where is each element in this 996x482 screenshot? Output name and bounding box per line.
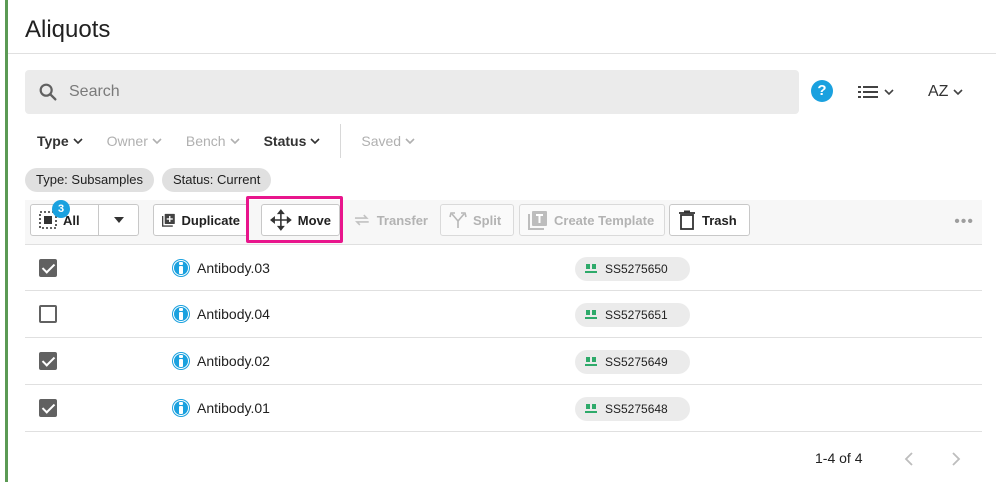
split-button[interactable]: Split xyxy=(440,204,514,236)
duplicate-icon xyxy=(162,213,175,227)
row-checkbox[interactable] xyxy=(39,259,57,277)
chevron-down-icon xyxy=(405,138,415,145)
subsample-icon xyxy=(585,310,597,319)
filter-chip-status[interactable]: Status: Current xyxy=(161,168,272,192)
info-icon[interactable] xyxy=(172,352,190,370)
aliquot-list: Antibody.03 SS5275650 Antibody.04 SS5275… xyxy=(25,244,982,432)
subsample-id: SS5275650 xyxy=(605,262,668,276)
more-options-icon[interactable]: ••• xyxy=(954,213,974,231)
view-mode-toggle[interactable] xyxy=(858,80,898,104)
table-row[interactable]: Antibody.01 SS5275648 xyxy=(25,385,982,432)
chevron-down-icon xyxy=(152,138,162,145)
search-icon xyxy=(39,83,57,101)
filter-type[interactable]: Type xyxy=(25,124,95,158)
trash-label: Trash xyxy=(702,212,737,228)
subsample-icon xyxy=(585,357,597,366)
info-icon[interactable] xyxy=(172,259,190,277)
select-all-button[interactable]: All 3 xyxy=(31,200,99,235)
subsample-id-chip[interactable]: SS5275650 xyxy=(575,257,690,281)
filter-saved[interactable]: Saved xyxy=(349,124,427,158)
subsample-id: SS5275648 xyxy=(605,402,668,416)
select-options-dropdown[interactable] xyxy=(99,205,139,235)
table-row[interactable]: Antibody.03 SS5275650 xyxy=(25,244,982,291)
help-icon[interactable]: ? xyxy=(811,80,833,102)
subsample-id: SS5275651 xyxy=(605,308,668,322)
chevron-down-icon xyxy=(73,138,83,145)
row-checkbox[interactable] xyxy=(39,399,57,417)
chevron-down-icon xyxy=(884,89,894,96)
create-template-button[interactable]: Create Template xyxy=(519,204,665,236)
filter-bench[interactable]: Bench xyxy=(174,124,252,158)
filter-owner[interactable]: Owner xyxy=(95,124,174,158)
filter-divider xyxy=(340,124,342,158)
sort-toggle[interactable]: AZ xyxy=(928,80,972,104)
search-bar[interactable] xyxy=(25,70,799,114)
table-row[interactable]: Antibody.02 SS5275649 xyxy=(25,338,982,385)
filter-chip-type[interactable]: Type: Subsamples xyxy=(25,168,154,192)
trash-icon xyxy=(679,210,695,230)
sort-label: AZ xyxy=(928,83,949,100)
transfer-button[interactable]: Transfer xyxy=(345,204,436,236)
caret-down-icon xyxy=(114,217,124,223)
chevron-down-icon xyxy=(310,138,320,145)
filter-status[interactable]: Status xyxy=(252,124,333,158)
subsample-icon xyxy=(585,404,597,413)
info-icon[interactable] xyxy=(172,305,190,323)
duplicate-button[interactable]: Duplicate xyxy=(153,204,249,236)
left-accent-bar xyxy=(0,0,8,482)
info-icon[interactable] xyxy=(172,399,190,417)
page-title: Aliquots xyxy=(25,16,111,43)
select-all-control[interactable]: All 3 xyxy=(30,200,139,236)
template-icon xyxy=(528,211,547,230)
active-filter-chips: Type: Subsamples Status: Current xyxy=(25,168,272,192)
subsample-icon xyxy=(585,264,597,273)
filter-label: Owner xyxy=(106,133,148,149)
filter-label: Status xyxy=(263,133,307,149)
aliquot-name[interactable]: Antibody.03 xyxy=(197,260,270,276)
create-template-label: Create Template xyxy=(554,212,655,228)
selected-count-badge: 3 xyxy=(52,200,70,218)
subsample-id-chip[interactable]: SS5275651 xyxy=(575,303,690,327)
subsample-id: SS5275649 xyxy=(605,355,668,369)
duplicate-label: Duplicate xyxy=(181,212,240,228)
transfer-icon xyxy=(354,214,369,226)
aliquots-page: Aliquots ? AZ Type Owner xyxy=(8,0,996,482)
pagination-label: 1-4 of 4 xyxy=(815,450,863,466)
filter-label: Bench xyxy=(185,133,226,149)
aliquot-name[interactable]: Antibody.01 xyxy=(197,400,270,416)
previous-page-icon[interactable] xyxy=(901,450,917,468)
aliquot-name[interactable]: Antibody.02 xyxy=(197,353,270,369)
subsample-id-chip[interactable]: SS5275648 xyxy=(575,397,690,421)
next-page-icon[interactable] xyxy=(948,450,964,468)
chevron-down-icon xyxy=(230,138,240,145)
row-checkbox[interactable] xyxy=(39,305,57,323)
move-button-highlight xyxy=(246,196,343,243)
chevron-down-icon xyxy=(953,89,964,96)
filter-bar: Type Owner Bench Status Saved xyxy=(25,124,427,158)
table-row[interactable]: Antibody.04 SS5275651 xyxy=(25,291,982,338)
split-label: Split xyxy=(473,212,502,228)
search-input[interactable] xyxy=(69,70,769,114)
trash-button[interactable]: Trash xyxy=(669,204,750,236)
list-view-icon xyxy=(858,86,878,98)
action-toolbar: All 3 Duplicate Move Transfer Split Crea… xyxy=(25,200,982,244)
split-icon xyxy=(449,212,467,228)
filter-label: Saved xyxy=(361,133,402,149)
transfer-label: Transfer xyxy=(376,212,428,228)
subsample-id-chip[interactable]: SS5275649 xyxy=(575,350,690,374)
aliquot-name[interactable]: Antibody.04 xyxy=(197,306,270,322)
title-bar: Aliquots xyxy=(8,0,996,54)
filter-label: Type xyxy=(37,133,69,149)
row-checkbox[interactable] xyxy=(39,352,57,370)
